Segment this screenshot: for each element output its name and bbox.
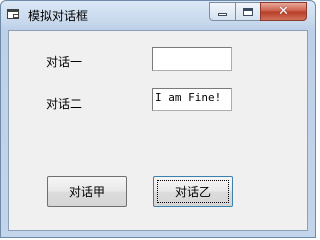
title-bar[interactable]: 模拟对话框 ✕ (1, 1, 315, 29)
dialog-jia-button-label: 对话甲 (68, 185, 105, 199)
dialog-window: 模拟对话框 ✕ 对话一 对话二 I am Fine! 对话甲 对话乙 (0, 0, 316, 238)
maximize-icon (243, 7, 253, 16)
label-dialog-two: 对话二 (46, 97, 83, 111)
dialog-one-textbox[interactable] (152, 47, 232, 71)
label-dialog-one: 对话一 (46, 55, 83, 69)
dialog-two-textbox[interactable]: I am Fine! (152, 88, 232, 111)
close-button[interactable]: ✕ (260, 2, 307, 21)
minimize-icon (218, 13, 227, 16)
window-title: 模拟对话框 (28, 9, 89, 23)
dialog-jia-button[interactable]: 对话甲 (47, 176, 127, 207)
maximize-button[interactable] (235, 2, 261, 21)
close-icon: ✕ (278, 4, 289, 19)
focus-rectangle (157, 180, 229, 203)
dialog-yi-button[interactable]: 对话乙 (153, 176, 233, 207)
dialog-client-area: 对话一 对话二 I am Fine! 对话甲 对话乙 (8, 30, 308, 231)
application-window-icon[interactable] (7, 9, 19, 19)
minimize-button[interactable] (209, 2, 236, 21)
